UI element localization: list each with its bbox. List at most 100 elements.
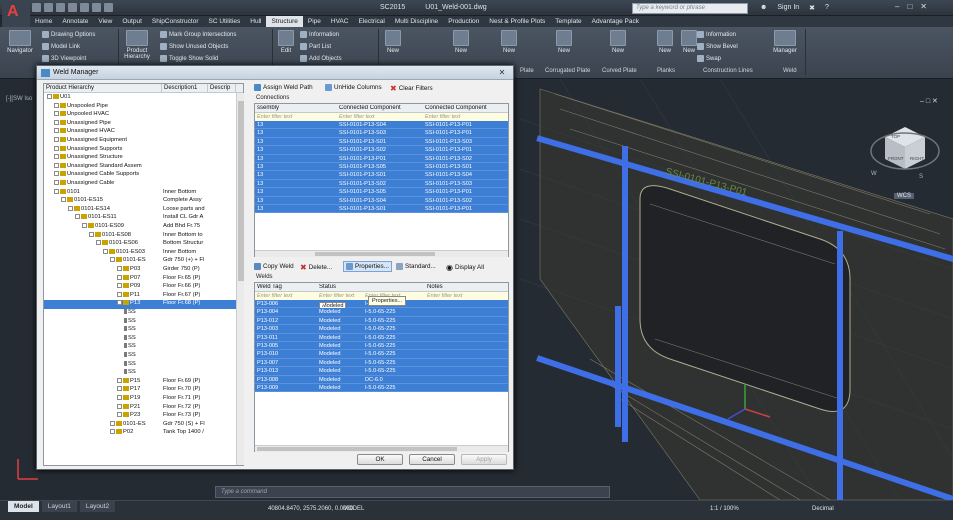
save-icon[interactable]: [56, 3, 65, 12]
new-planks-button[interactable]: New: [654, 30, 676, 54]
expand-icon[interactable]: [117, 412, 122, 418]
connection-row[interactable]: 13 SSI-0101-P13-S02 SSI-0101-P13-P01: [255, 146, 508, 155]
units-selector[interactable]: Decimal: [812, 506, 834, 512]
tree-node[interactable]: Unassigned Pipe: [44, 119, 236, 129]
weld-properties-button[interactable]: Properties...: [343, 261, 392, 272]
copy-weld-button[interactable]: Copy Weld: [254, 263, 294, 270]
connection-row[interactable]: 13 SSI-0101-P13-S02 SSI-0101-P13-S03: [255, 179, 508, 189]
weld-information-button[interactable]: Information: [697, 31, 736, 38]
cancel-button[interactable]: Cancel: [409, 454, 455, 465]
connection-row[interactable]: 13 SSI-0101-P13-S04 SSI-0101-P13-P01: [255, 121, 508, 130]
unhide-columns-button[interactable]: UnHide Columns: [325, 84, 382, 91]
minimize-icon[interactable]: –: [895, 2, 899, 11]
filter-cell[interactable]: Enter filter text: [255, 293, 292, 299]
expand-icon[interactable]: [54, 171, 59, 177]
display-all-button[interactable]: ◉ Display All: [446, 263, 484, 272]
show-unused-objects-button[interactable]: Show Unused Objects: [160, 43, 228, 50]
expand-icon[interactable]: [47, 94, 52, 99]
new-file-icon[interactable]: [32, 3, 41, 12]
tree-node[interactable]: P23 Floor Fr.73 (P): [44, 412, 236, 421]
expand-icon[interactable]: [75, 214, 80, 220]
weld-status-cell[interactable]: Modeled: [317, 377, 340, 383]
ribbon-tab[interactable]: View: [93, 16, 117, 27]
connection-row[interactable]: 13 SSI-0101-P13-S01 SSI-0101-P13-S03: [255, 137, 508, 147]
add-objects-button[interactable]: Add Objects: [300, 55, 342, 62]
undo-icon[interactable]: [92, 3, 101, 12]
expand-icon[interactable]: [96, 240, 101, 246]
new-stiffener-button[interactable]: New: [382, 30, 404, 54]
weld-row[interactable]: P13-012 Modeled I-5.0-65-225: [255, 316, 508, 326]
connections-table[interactable]: ssembly Connected Component Connected Co…: [254, 103, 509, 257]
expand-icon[interactable]: [110, 420, 115, 426]
ribbon-tab[interactable]: Hull: [245, 16, 266, 27]
tree-node[interactable]: Unassigned Equipment: [44, 137, 236, 146]
dialog-title-bar[interactable]: Weld Manager ✕: [37, 66, 513, 80]
expand-icon[interactable]: [82, 223, 87, 228]
tree-node[interactable]: SS: [44, 334, 236, 344]
expand-icon[interactable]: [117, 274, 122, 280]
weld-row[interactable]: P13-011 Modeled I-5.0-65-225: [255, 333, 508, 342]
weld-row[interactable]: P13-008 Modeled DC-6.0: [255, 375, 508, 384]
connection-row[interactable]: 13 SSI-0101-P13-S01 SSI-0101-P13-S04: [255, 171, 508, 180]
tree-column-header[interactable]: Product Hierarchy: [44, 84, 162, 92]
expand-icon[interactable]: [54, 119, 59, 125]
expand-icon[interactable]: [54, 180, 59, 185]
tree-node[interactable]: Unassigned Cable Supports: [44, 171, 236, 180]
expand-icon[interactable]: [54, 154, 59, 160]
tree-node[interactable]: P11 Floor Fr.67 (P): [44, 291, 236, 301]
weld-manager-button[interactable]: Manager: [768, 30, 802, 54]
expand-icon[interactable]: [117, 283, 122, 289]
connection-row[interactable]: 13 SSI-0101-P13-S05 SSI-0101-P13-P01: [255, 188, 508, 197]
redo-icon[interactable]: [104, 3, 113, 12]
expand-icon[interactable]: [117, 266, 122, 271]
mark-group-intersections-button[interactable]: Mark Group Intersections: [160, 31, 236, 38]
weld-row[interactable]: P13-005 Modeled I-5.0-65-225: [255, 342, 508, 351]
chevron-down-icon[interactable]: ▾: [319, 302, 324, 308]
expand-icon[interactable]: [54, 102, 59, 108]
weld-status-cell[interactable]: Modeled: [317, 368, 340, 374]
tree-node[interactable]: P02 Tank Top 1400 /: [44, 429, 236, 438]
new-corrugated-plate-button[interactable]: New: [553, 30, 575, 54]
tree-node[interactable]: P21 Floor Fr.72 (P): [44, 403, 236, 413]
ribbon-tab[interactable]: Nest & Profile Plots: [484, 16, 550, 27]
tree-node[interactable]: 0101-ES09 Add Bhd Fr.75: [44, 223, 236, 232]
weld-status-cell[interactable]: Modeled: [317, 318, 340, 324]
information-button[interactable]: Information: [300, 31, 339, 38]
delete-weld-button[interactable]: ✖ Delete...: [300, 263, 332, 272]
tree-node[interactable]: P09 Floor Fr.66 (P): [44, 283, 236, 292]
tree-node[interactable]: 0101-ES11 Install CL Gdr A: [44, 214, 236, 223]
application-menu-button[interactable]: A: [2, 0, 30, 30]
expand-icon[interactable]: [54, 188, 59, 194]
save-as-icon[interactable]: [68, 3, 77, 12]
tree-node[interactable]: Unassigned Standard Assem: [44, 162, 236, 172]
drawing-options-button[interactable]: Drawing Options: [42, 31, 95, 38]
expand-icon[interactable]: [110, 257, 115, 263]
column-header[interactable]: ssembly: [255, 105, 335, 111]
expand-icon[interactable]: [103, 248, 108, 254]
tree-node[interactable]: P13 Floor Fr.68 (P): [44, 300, 236, 309]
show-bevel-button[interactable]: Show Bevel: [697, 43, 738, 50]
connection-row[interactable]: 13 SSI-0101-P13-S03 SSI-0101-P13-P01: [255, 129, 508, 138]
tab-layout2[interactable]: Layout2: [79, 501, 116, 512]
welds-hscrollbar[interactable]: [255, 445, 508, 452]
tree-node[interactable]: SS: [44, 343, 236, 352]
apply-button[interactable]: Apply: [461, 454, 507, 465]
annotation-scale[interactable]: 1:1 / 100%: [710, 506, 739, 512]
welds-table[interactable]: Weld Tag Status Notes Enter filter text …: [254, 282, 509, 452]
column-header[interactable]: Connected Component: [337, 105, 421, 111]
expand-icon[interactable]: [117, 386, 122, 392]
tree-node[interactable]: 0101-ES Gdr 750 (S) + Fl: [44, 420, 236, 430]
tree-node[interactable]: 0101-ES Gdr 750 (+) + Fl: [44, 257, 236, 266]
search-input[interactable]: Type a keyword or phrase: [632, 3, 748, 14]
help-icon[interactable]: ?: [825, 4, 829, 12]
weld-row[interactable]: P13-004 Modeled I-5.0-65-225: [255, 308, 508, 317]
tree-node[interactable]: P15 Floor Fr.69 (P): [44, 377, 236, 387]
tree-node[interactable]: Unassigned Cable: [44, 180, 236, 189]
tree-node[interactable]: SS: [44, 317, 236, 327]
filter-cell[interactable]: Enter filter text: [425, 293, 462, 299]
filter-cell[interactable]: Enter filter text: [423, 114, 460, 120]
tree-node[interactable]: Unspooled Pipe: [44, 102, 236, 112]
tree-node[interactable]: Unassigned Structure: [44, 154, 236, 163]
viewport-minimize-icon[interactable]: – □ ✕: [920, 97, 938, 105]
new-hole-button[interactable]: New: [498, 30, 520, 54]
